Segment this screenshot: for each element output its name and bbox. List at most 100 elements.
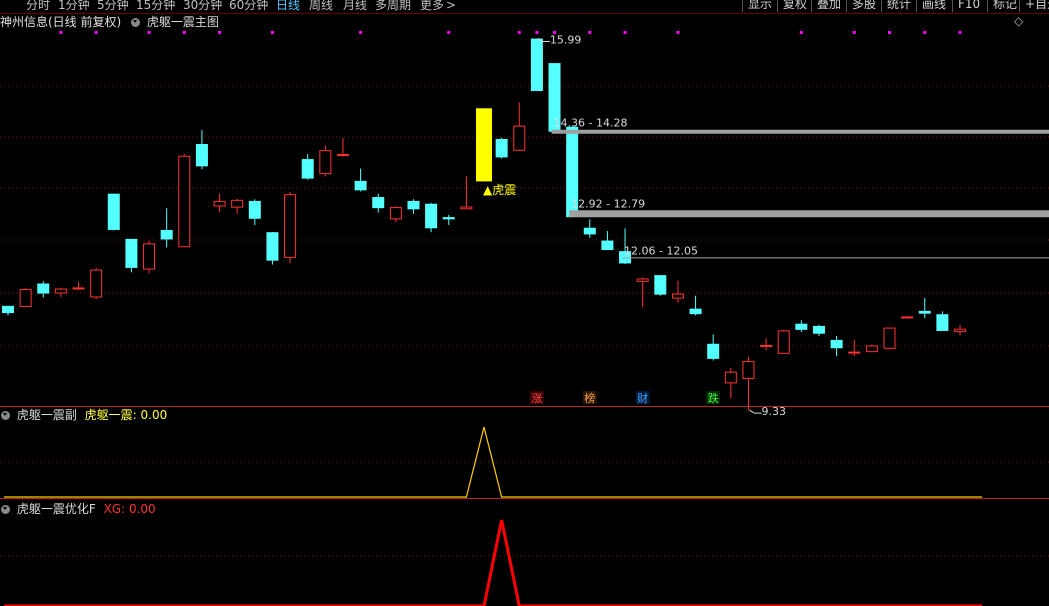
candle (37, 281, 50, 298)
candle (495, 137, 508, 159)
price-annotation-label: 15.99 (550, 34, 582, 47)
candle (248, 199, 261, 225)
candle-body (425, 203, 438, 229)
top-dot (270, 31, 274, 34)
candle-body (125, 238, 138, 268)
candle (354, 168, 367, 192)
candle-body (301, 159, 314, 179)
candle (601, 231, 614, 251)
top-dot (218, 31, 222, 34)
candle (812, 324, 825, 336)
candle (742, 356, 755, 411)
candle-body (266, 232, 279, 261)
top-dot (517, 31, 521, 34)
candle (460, 176, 473, 210)
signal-label: ▲虎震 (483, 183, 516, 197)
candle-body (777, 330, 790, 354)
candle-body (19, 289, 32, 307)
top-dot (447, 31, 451, 34)
candle (160, 208, 173, 248)
top-dot (923, 31, 927, 34)
candle-body (689, 308, 702, 315)
candle-body (54, 288, 67, 294)
candle (707, 334, 720, 361)
candle (54, 287, 67, 297)
top-dot (535, 31, 539, 34)
candle (72, 282, 85, 291)
candle-body (742, 361, 755, 379)
candle (830, 335, 843, 357)
candle-body (636, 278, 649, 282)
candle (583, 219, 596, 238)
candle (476, 108, 493, 182)
candle-body (178, 155, 191, 248)
top-dot (147, 31, 151, 34)
candle (301, 154, 314, 180)
candle (213, 193, 226, 213)
candle (2, 305, 14, 316)
candle (319, 145, 332, 177)
candlestick-chart: ▲虎震 14.36 - 14.28 12.92 - 12.79 12.06 - 12.… (0, 13, 1049, 606)
candle (636, 277, 649, 307)
candle-body (284, 194, 297, 258)
candle (336, 137, 349, 157)
candle (724, 367, 737, 399)
candle (284, 192, 297, 264)
event-marker: 跌 (708, 391, 719, 405)
candle-body (601, 240, 614, 251)
candle (777, 329, 790, 354)
candle-body (513, 125, 526, 151)
top-dot (94, 31, 98, 34)
candle (19, 287, 32, 307)
event-marker: 榜 (584, 391, 595, 405)
support-level-label: 12.06 - 12.05 (624, 244, 698, 257)
candle-body (248, 200, 261, 219)
candle (918, 298, 931, 319)
top-dot (623, 31, 627, 34)
candle (760, 338, 773, 351)
candle (865, 344, 878, 353)
candle (107, 193, 120, 231)
top-dot (59, 31, 63, 34)
candle-body (90, 269, 103, 298)
candle-body (213, 200, 226, 207)
support-level-label: 12.92 - 12.79 (571, 197, 645, 210)
candle-body (760, 344, 773, 347)
candle (389, 206, 402, 223)
candle (125, 238, 138, 273)
candle-body (583, 227, 596, 235)
top-dot (799, 31, 803, 34)
top-dot (888, 31, 891, 34)
candle (407, 199, 420, 214)
candle-body (865, 345, 878, 353)
candle-body (530, 38, 543, 92)
candle (372, 193, 385, 213)
support-level-line (569, 210, 1049, 218)
candle-body (319, 150, 332, 175)
candle-body (495, 138, 508, 158)
top-dot (359, 31, 363, 34)
candle-body (954, 328, 967, 333)
candle-body (724, 371, 737, 384)
candle-body (336, 154, 349, 157)
candle-body (143, 243, 156, 270)
candle-body (476, 108, 493, 182)
top-dot (958, 31, 962, 34)
candle (231, 198, 244, 214)
candle (178, 154, 191, 248)
sub2-series-line (4, 519, 982, 606)
candle-body (883, 327, 896, 349)
candle (795, 320, 808, 333)
top-dot (182, 31, 186, 34)
candle (954, 324, 967, 336)
top-border (0, 13, 1049, 14)
sub1-series-line (4, 426, 982, 498)
candle-body (372, 197, 385, 209)
candle (513, 102, 526, 151)
candle-body (72, 287, 85, 290)
top-dot (588, 31, 592, 34)
candle-body (901, 316, 914, 319)
candle (883, 327, 896, 350)
candle-body (671, 293, 684, 299)
candle (901, 315, 914, 319)
